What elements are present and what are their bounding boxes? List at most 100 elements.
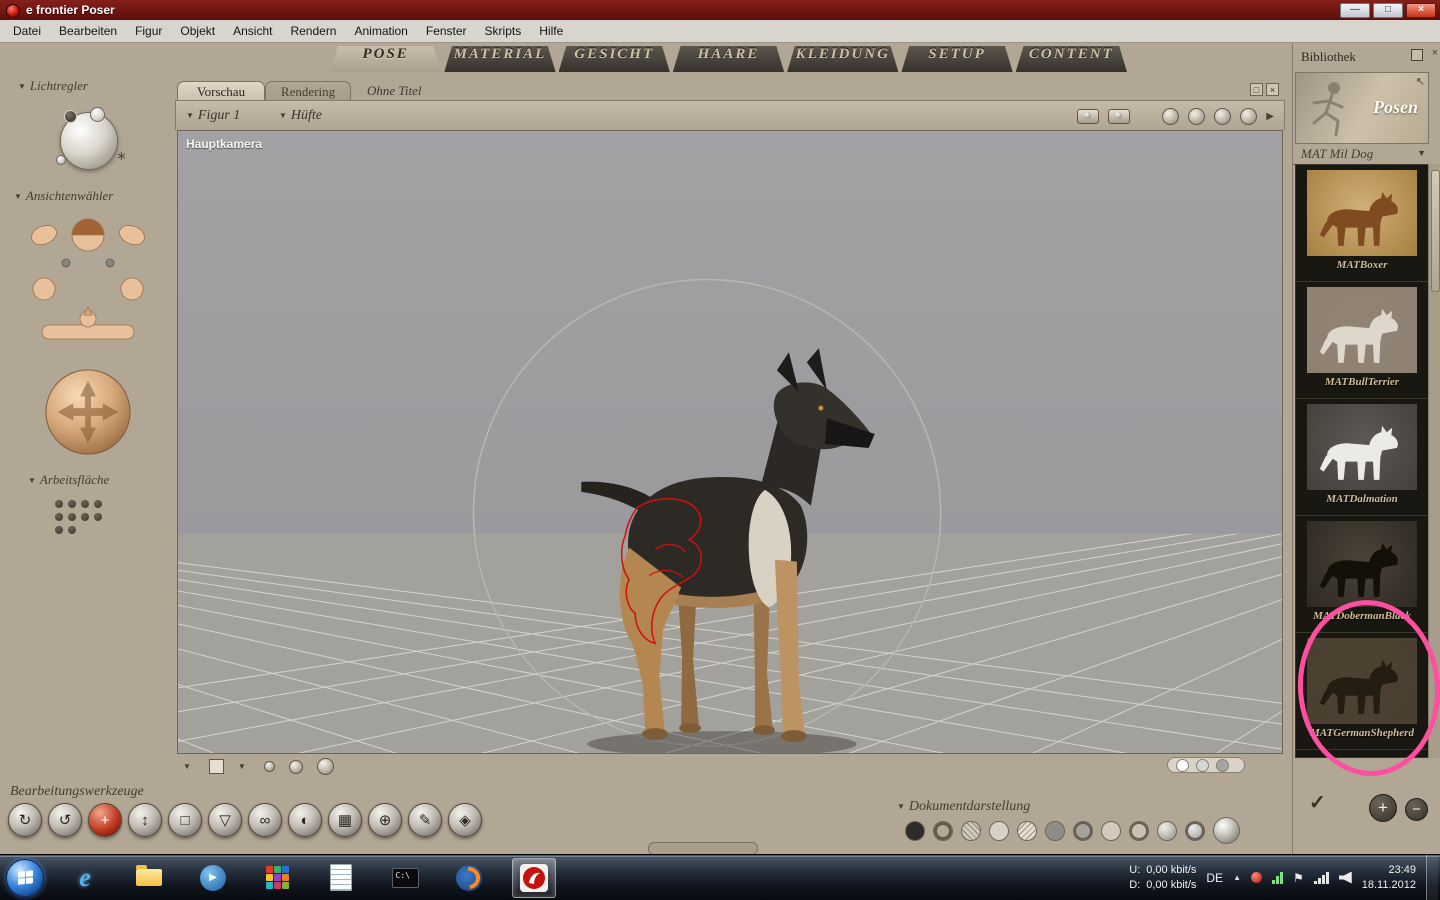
chevron-down-icon[interactable]: ▼ [14,192,22,201]
menu-figur[interactable]: Figur [126,21,171,42]
menu-hilfe[interactable]: Hilfe [530,21,572,42]
menu-skripts[interactable]: Skripts [476,21,531,42]
language-indicator[interactable]: DE [1206,871,1223,885]
scale-tool-icon[interactable]: □ [168,803,202,837]
figure-circle-icon[interactable] [1240,108,1258,125]
taskbar-poser-icon[interactable] [512,857,556,898]
add-to-library-button[interactable]: + [1369,794,1397,822]
silhouette-style-icon[interactable] [905,820,925,841]
shadow-toggle-icon[interactable] [1188,108,1206,125]
rotate-tool-icon[interactable]: ↻ [8,803,42,837]
camera-toggle-icon[interactable] [1077,109,1100,124]
light-knob-icon[interactable] [56,155,66,165]
menu-fenster[interactable]: Fenster [417,21,476,42]
action-center-flag-icon[interactable]: ⚑ [1293,871,1304,885]
show-desktop-button[interactable] [1426,855,1438,900]
light-knob-icon[interactable] [90,107,105,122]
taskbar-explorer-icon[interactable] [128,859,170,897]
pane-option-icon[interactable] [1216,758,1229,772]
ground-sphere-icon[interactable] [316,758,334,775]
taskbar-internet-explorer-icon[interactable]: e [64,859,106,897]
light-create-icon[interactable]: ∗ [116,148,127,164]
memory-dot[interactable] [68,513,76,521]
library-item-matdobermanblack[interactable]: MATDobermanBlack [1296,516,1428,633]
viewport[interactable]: Hauptkamera [177,130,1283,754]
antivirus-tray-icon[interactable] [1250,872,1262,883]
light-knob-icon[interactable] [64,110,77,123]
hidden-icons-arrow[interactable]: ▲ [1233,873,1241,882]
tab-vorschau[interactable]: Vorschau [177,81,265,101]
view-magnifier-tool-icon[interactable]: ⊕ [368,803,402,837]
memory-dot[interactable] [81,513,89,521]
memory-dot[interactable] [68,500,76,508]
menu-ansicht[interactable]: Ansicht [224,21,281,42]
memory-dot[interactable] [55,500,63,508]
memory-dot[interactable] [81,500,89,508]
menu-datei[interactable]: Datei [4,21,50,42]
library-close-icon[interactable]: × [1432,47,1438,59]
depth-sphere-icon[interactable] [288,759,303,774]
room-tab-gesicht[interactable]: GESICHT [558,46,670,72]
color-tool-icon[interactable]: ◐ [288,803,322,837]
document-restore-icon[interactable]: □ [1250,83,1263,96]
outline-style-icon[interactable] [933,820,953,841]
room-tab-setup[interactable]: SETUP [901,46,1013,72]
menu-animation[interactable]: Animation [345,21,416,42]
wireframe-style-icon[interactable] [961,820,981,841]
library-item-matboxer[interactable]: MATBoxer [1296,165,1428,282]
pane-option-icon[interactable] [1196,758,1209,772]
library-folder-row[interactable]: MAT Mil Dog ▼ [1293,144,1429,165]
network-tray-icon[interactable] [1313,871,1329,884]
cartoon-style-icon[interactable] [1101,820,1121,841]
menu-objekt[interactable]: Objekt [171,21,224,42]
library-up-icon[interactable]: ↖ [1416,75,1425,88]
depth-cue-icon[interactable] [1162,108,1180,125]
room-tab-content[interactable]: CONTENT [1015,46,1127,72]
close-button[interactable]: × [1406,2,1436,18]
dot-icon[interactable] [263,761,275,772]
library-category-banner[interactable]: Posen ↖ [1295,72,1429,144]
actor-selector[interactable]: ▼ Hüfte [279,108,322,124]
texture-shaded-style-icon[interactable] [1213,817,1240,844]
lit-wireframe-style-icon[interactable] [1017,820,1037,841]
panel-expand-icon[interactable]: ▶ [1266,111,1274,122]
pane-option-icon[interactable] [1176,758,1189,772]
taskbar-firefox-icon[interactable] [448,859,490,897]
library-item-matbullterrier[interactable]: MATBullTerrier [1296,282,1428,399]
minimize-button[interactable]: — [1340,2,1370,18]
camera-flash-toggle-icon[interactable] [1108,109,1131,124]
menu-rendern[interactable]: Rendern [281,21,345,42]
tab-rendering[interactable]: Rendering [265,81,351,101]
flat-lined-style-icon[interactable] [1073,820,1093,841]
smooth-lined-style-icon[interactable] [1185,820,1205,841]
chevron-down-icon[interactable]: ▼ [897,802,905,811]
tracking-ball-icon[interactable] [1214,108,1232,125]
smooth-shaded-style-icon[interactable] [1157,820,1177,841]
taskbar-clock[interactable]: 23:49 18.11.2012 [1362,863,1416,892]
morph-tool-icon[interactable]: ✎ [408,803,442,837]
volume-tray-icon[interactable] [1338,871,1352,884]
taper-tool-icon[interactable]: ▽ [208,803,242,837]
room-tab-material[interactable]: MATERIAL [444,46,556,72]
chevron-down-icon[interactable]: ▼ [28,476,36,485]
library-item-matdalmation[interactable]: MATDalmation [1296,399,1428,516]
taskbar-media-player-icon[interactable]: ▶ [192,859,234,897]
cartoon-lined-style-icon[interactable] [1129,820,1149,841]
camera-name-label[interactable]: Hauptkamera [186,137,262,151]
taskbar-notepad-icon[interactable] [320,859,362,897]
tracking-dropdown-icon[interactable]: ▼ [238,762,246,771]
chevron-down-icon[interactable]: ▼ [18,82,26,91]
memory-dot[interactable] [94,500,102,508]
start-button[interactable] [6,858,44,897]
library-dock-icon[interactable] [1411,49,1423,61]
grouping-tool-icon[interactable]: ▦ [328,803,362,837]
hidden-line-style-icon[interactable] [989,820,1009,841]
room-tab-pose[interactable]: POSE [330,46,442,72]
flat-shaded-style-icon[interactable] [1045,820,1065,841]
page-icon[interactable] [208,759,224,774]
scrollbar-thumb[interactable] [1431,170,1440,292]
camera-trackball[interactable] [43,367,133,457]
taskbar-game-icon[interactable] [256,859,298,897]
document-close-icon[interactable]: × [1266,83,1279,96]
remove-from-library-button[interactable]: − [1405,798,1428,821]
